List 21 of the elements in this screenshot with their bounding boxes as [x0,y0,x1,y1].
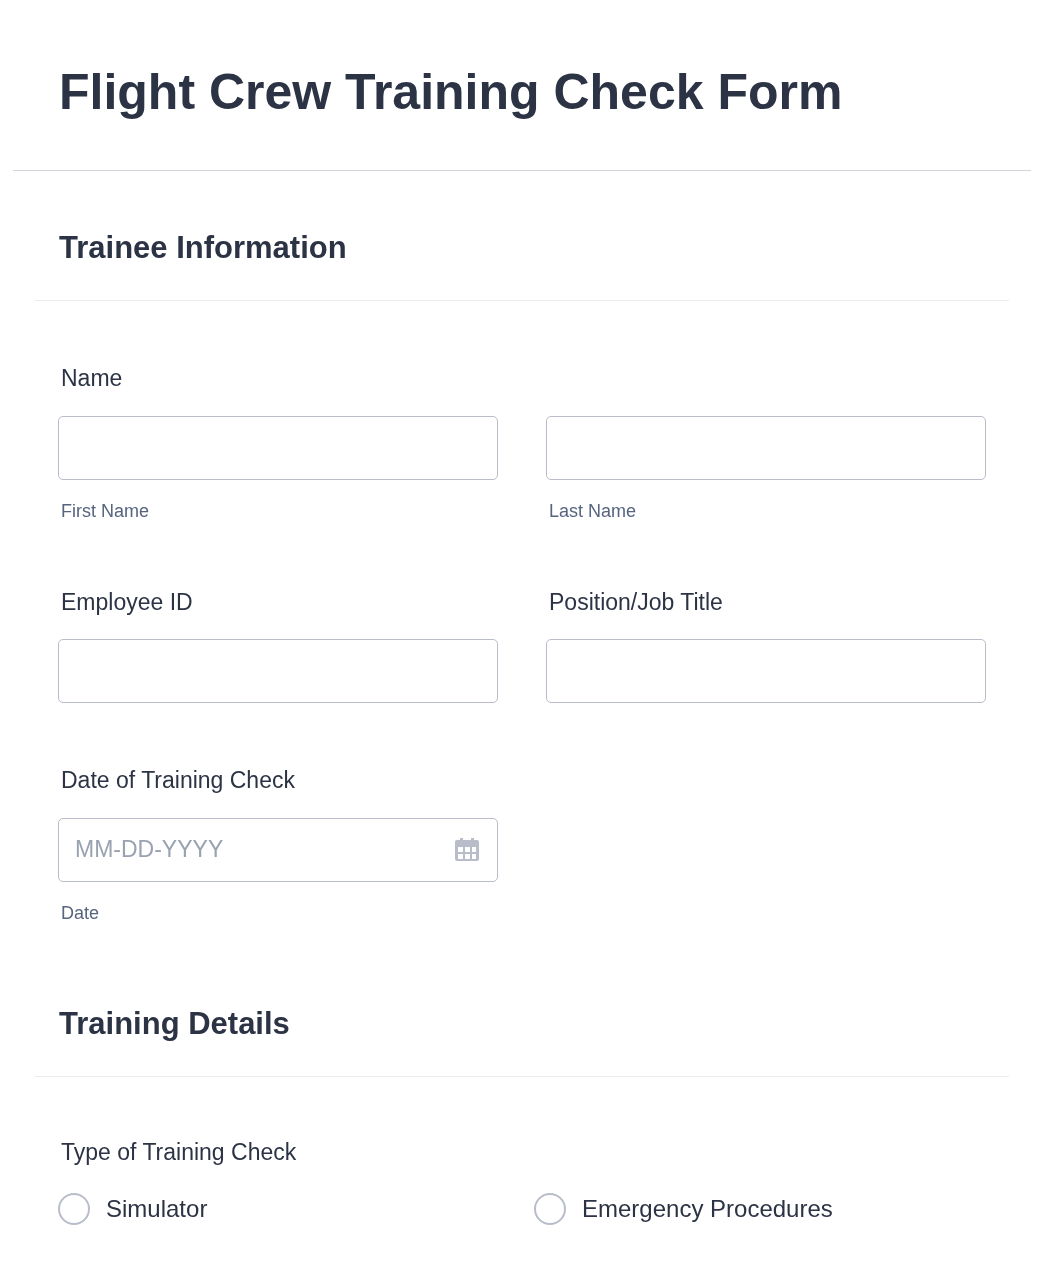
field-sublabel: First Name [61,499,150,523]
radio-button[interactable] [58,1193,90,1226]
field-label: Position/Job Title [549,587,724,617]
input-field[interactable] [58,639,498,704]
field-label: Date of Training Check [61,766,296,796]
calendar-icon[interactable] [454,837,480,862]
field-sublabel: Date [61,901,101,925]
section-heading: Training Details [35,946,1009,1077]
input-field[interactable] [58,415,498,480]
input-field[interactable] [546,639,986,704]
date-field[interactable]: MM-DD-YYYY [58,817,498,882]
field-label: Name [61,364,124,394]
field-label: Employee ID [61,587,194,617]
option-label: Emergency Procedures [582,1194,833,1225]
option-label: Simulator [106,1194,208,1225]
field-sublabel: Last Name [549,499,638,523]
form-title: Flight Crew Training Check Form [13,0,1031,171]
section-heading: Trainee Information [35,171,1009,302]
field-label: Type of Training Check [61,1137,298,1167]
radio-button[interactable] [534,1193,566,1226]
input-field[interactable] [546,415,986,480]
